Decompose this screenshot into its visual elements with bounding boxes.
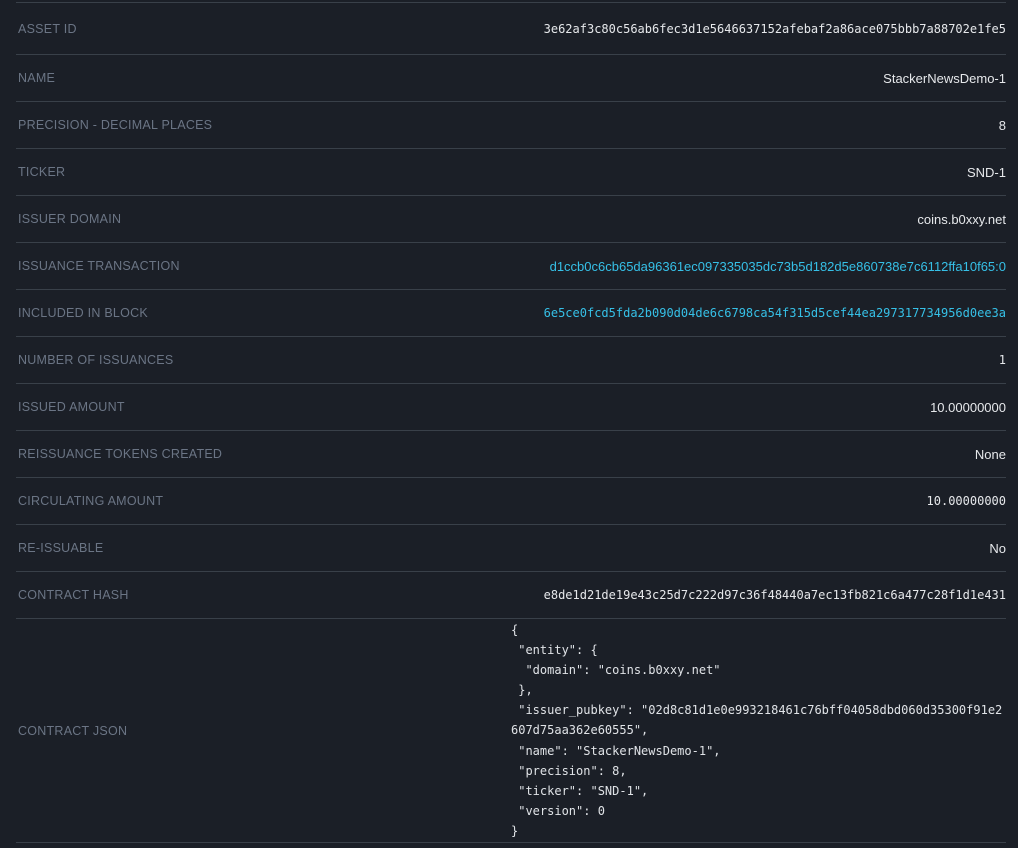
row-ticker: TICKER SND-1 <box>16 149 1006 196</box>
issuance-transaction-link[interactable]: d1ccb0c6cb65da96361ec097335035dc73b5d182… <box>550 259 1006 274</box>
row-asset-id: ASSET ID 3e62af3c80c56ab6fec3d1e56466371… <box>16 3 1006 55</box>
issuance-transaction-label: ISSUANCE TRANSACTION <box>18 259 180 273</box>
reissuance-tokens-value: None <box>975 447 1006 462</box>
issuer-domain-value: coins.b0xxy.net <box>917 212 1006 227</box>
asset-id-label: ASSET ID <box>18 22 77 36</box>
precision-label: PRECISION - DECIMAL PLACES <box>18 118 212 132</box>
name-value: StackerNewsDemo-1 <box>883 71 1006 86</box>
row-contract-hash: CONTRACT HASH e8de1d21de19e43c25d7c222d9… <box>16 572 1006 619</box>
row-reissuance-tokens: REISSUANCE TOKENS CREATED None <box>16 431 1006 478</box>
row-name: NAME StackerNewsDemo-1 <box>16 55 1006 102</box>
contract-json-value: { "entity": { "domain": "coins.b0xxy.net… <box>511 620 1006 841</box>
row-contract-json: CONTRACT JSON { "entity": { "domain": "c… <box>16 619 1006 843</box>
contract-hash-value: e8de1d21de19e43c25d7c222d97c36f48440a7ec… <box>544 588 1006 602</box>
reissuance-tokens-label: REISSUANCE TOKENS CREATED <box>18 447 222 461</box>
issuer-domain-label: ISSUER DOMAIN <box>18 212 121 226</box>
reissuable-value: No <box>989 541 1006 556</box>
row-issuance-transaction: ISSUANCE TRANSACTION d1ccb0c6cb65da96361… <box>16 243 1006 290</box>
circulating-amount-value: 10.00000000 <box>927 494 1006 508</box>
included-in-block-label: INCLUDED IN BLOCK <box>18 306 148 320</box>
row-issuer-domain: ISSUER DOMAIN coins.b0xxy.net <box>16 196 1006 243</box>
circulating-amount-label: CIRCULATING AMOUNT <box>18 494 163 508</box>
row-circulating-amount: CIRCULATING AMOUNT 10.00000000 <box>16 478 1006 525</box>
number-of-issuances-label: NUMBER OF ISSUANCES <box>18 353 173 367</box>
row-issued-amount: ISSUED AMOUNT 10.00000000 <box>16 384 1006 431</box>
asset-id-value: 3e62af3c80c56ab6fec3d1e5646637152afebaf2… <box>544 22 1006 36</box>
reissuable-label: RE-ISSUABLE <box>18 541 103 555</box>
issued-amount-value: 10.00000000 <box>930 400 1006 415</box>
contract-hash-label: CONTRACT HASH <box>18 588 129 602</box>
row-reissuable: RE-ISSUABLE No <box>16 525 1006 572</box>
included-in-block-link[interactable]: 6e5ce0fcd5fda2b090d04de6c6798ca54f315d5c… <box>544 306 1006 320</box>
ticker-label: TICKER <box>18 165 65 179</box>
row-precision: PRECISION - DECIMAL PLACES 8 <box>16 102 1006 149</box>
issued-amount-label: ISSUED AMOUNT <box>18 400 125 414</box>
row-included-in-block: INCLUDED IN BLOCK 6e5ce0fcd5fda2b090d04d… <box>16 290 1006 337</box>
asset-details-table: ASSET ID 3e62af3c80c56ab6fec3d1e56466371… <box>16 2 1006 843</box>
precision-value: 8 <box>999 118 1006 133</box>
name-label: NAME <box>18 71 55 85</box>
contract-json-label: CONTRACT JSON <box>18 724 127 738</box>
ticker-value: SND-1 <box>967 165 1006 180</box>
number-of-issuances-value: 1 <box>999 353 1006 367</box>
row-number-of-issuances: NUMBER OF ISSUANCES 1 <box>16 337 1006 384</box>
